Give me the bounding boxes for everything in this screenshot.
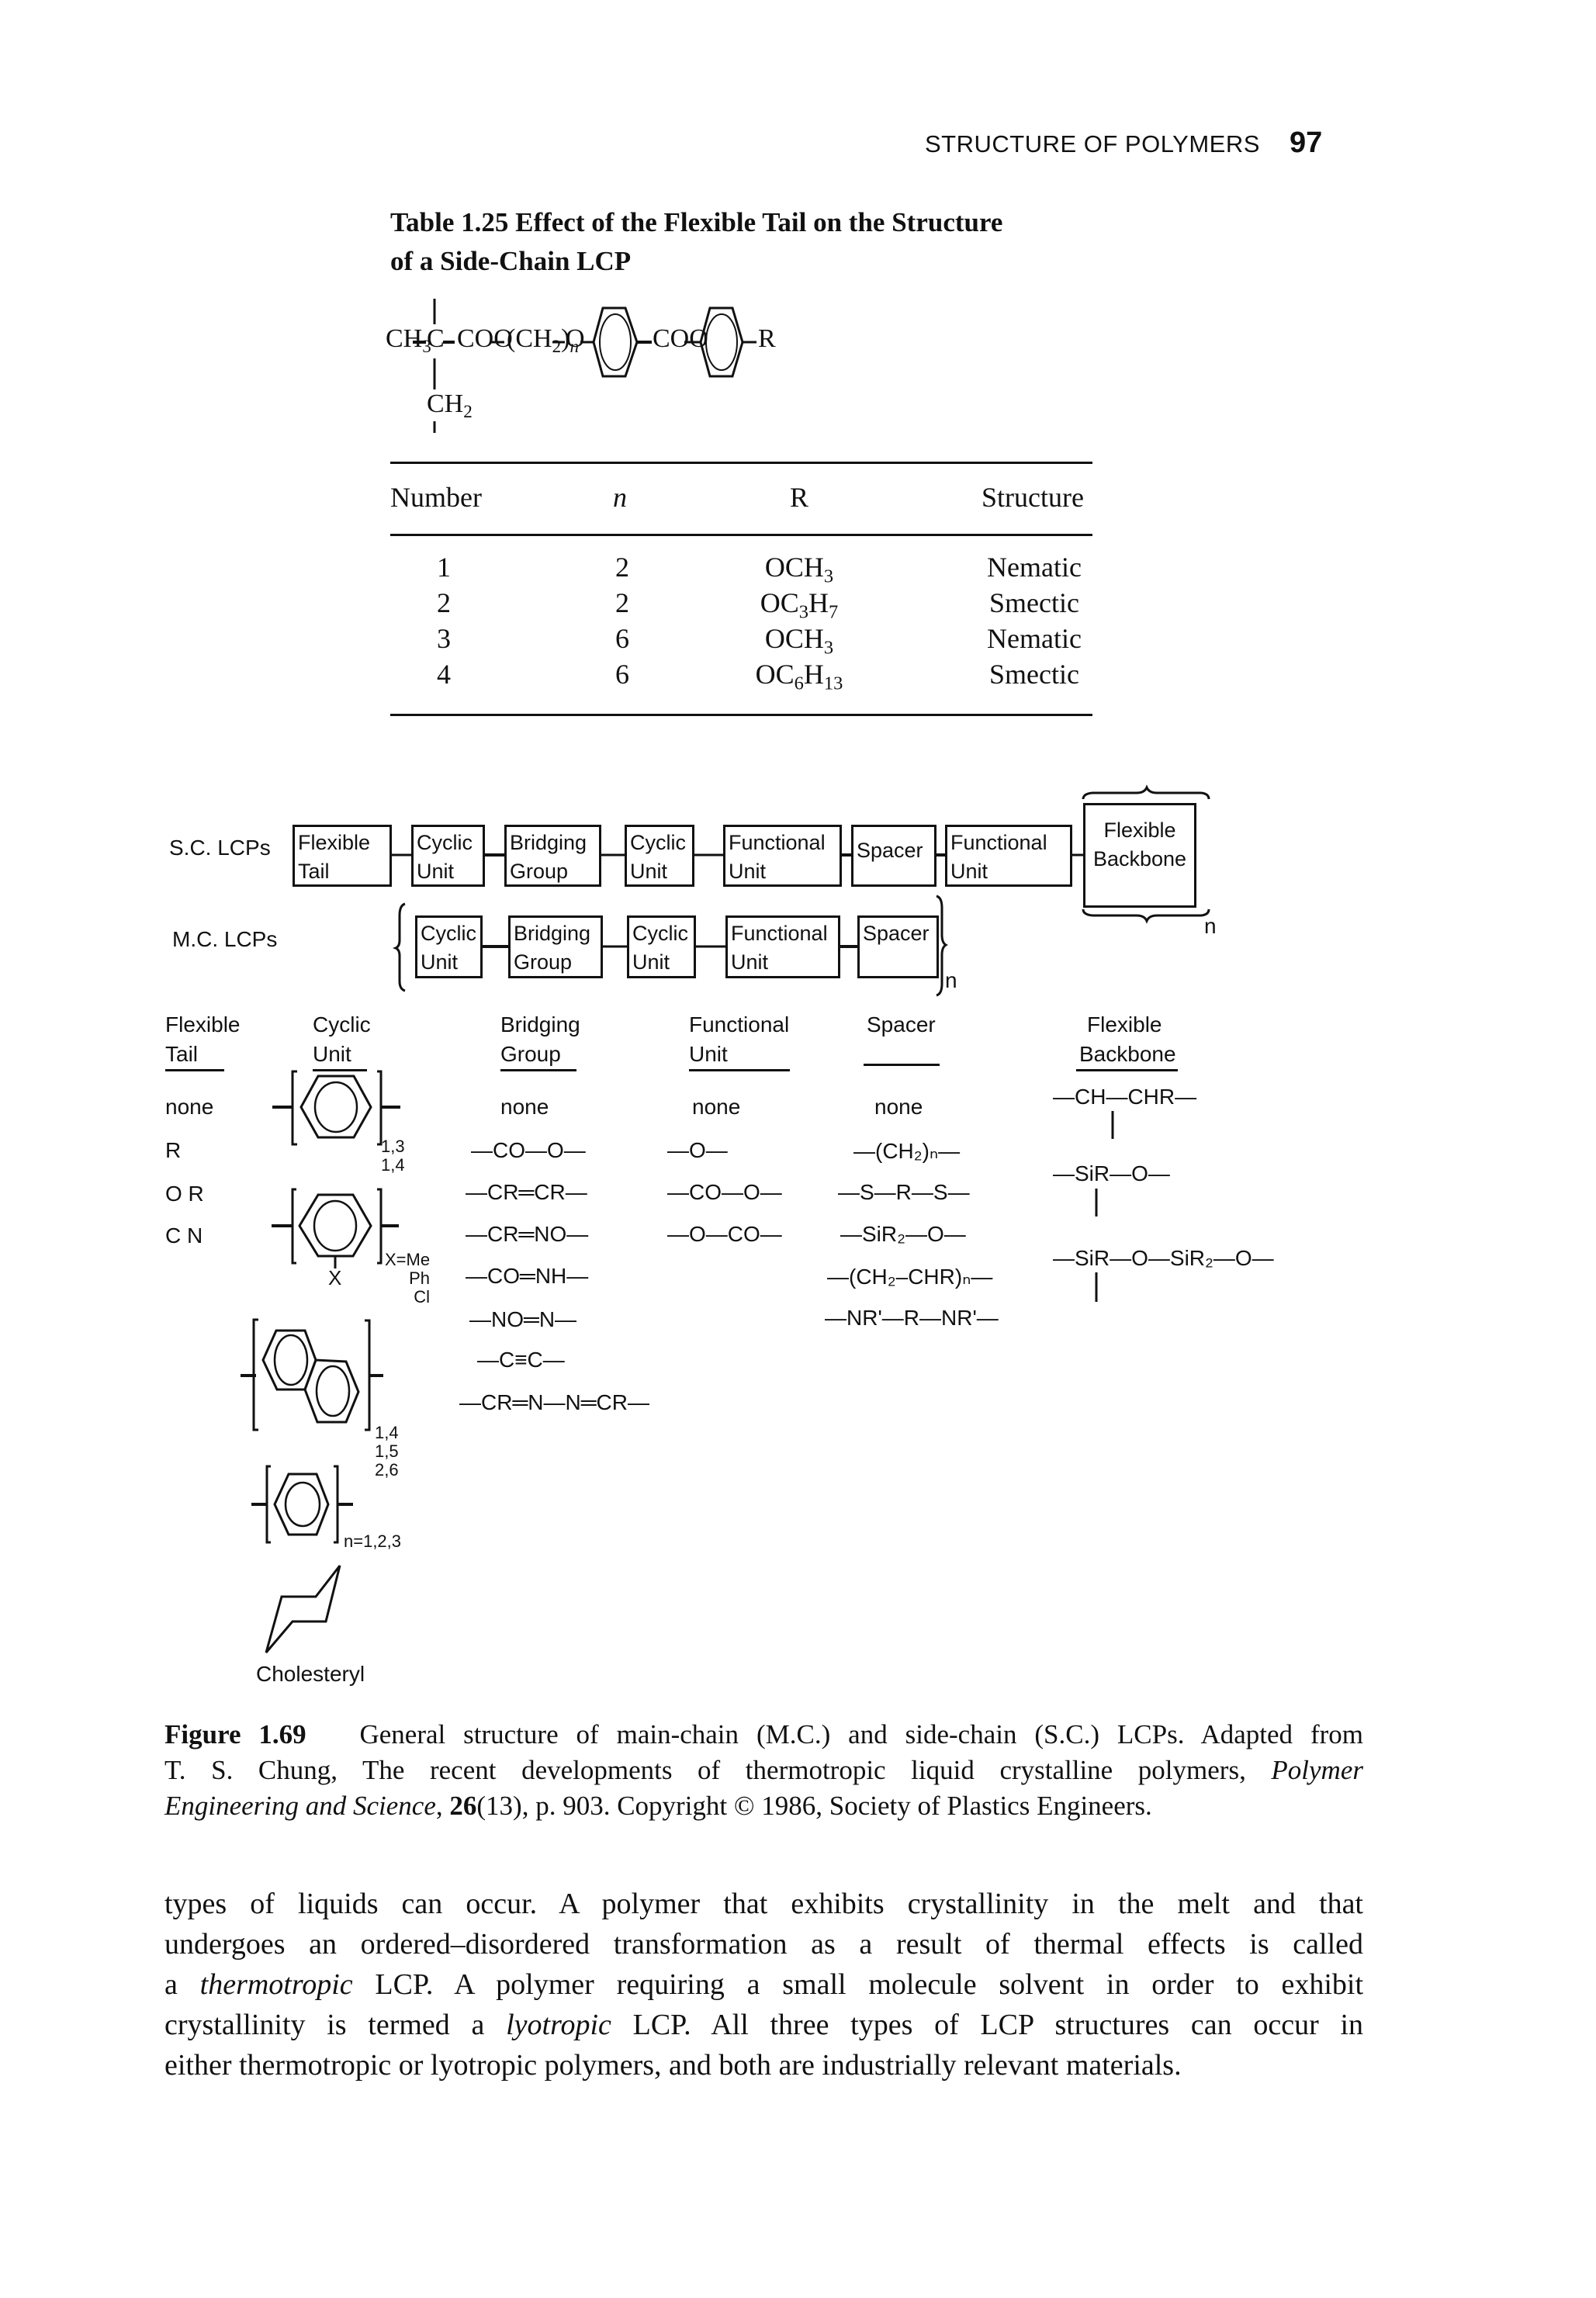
body-text: LCP. A polymer requiring a small molecul… (375, 1968, 1364, 2001)
caption-journal-2: Engineering and Science (164, 1791, 436, 1821)
term-thermotropic: thermotropic (199, 1968, 353, 2001)
body-line: either thermotropic or lyotropic polymer… (164, 2049, 1182, 2082)
caption-text-1: General structure of main-chain (M.C.) a… (359, 1719, 1363, 1749)
caption-journal-1: Polymer (1271, 1755, 1363, 1785)
caption-volume: 26 (449, 1791, 477, 1821)
body-line: crystallinity is termed a lyotropic LCP.… (164, 2005, 1363, 2045)
caption-line-3: Engineering and Science, 26(13), p. 903.… (164, 1791, 1152, 1821)
caption-text-2: T. S. Chung, The recent developments of … (164, 1755, 1246, 1785)
body-paragraph: types of liquids can occur. A polymer th… (164, 1884, 1363, 2085)
body-line: undergoes an ordered–disordered transfor… (164, 1928, 1363, 1961)
caption-text-3: (13), p. 903. Copyright © 1986, Society … (476, 1791, 1152, 1821)
caption-label: Figure 1.69 (164, 1719, 306, 1749)
term-lyotropic: lyotropic (506, 2009, 611, 2041)
body-text: a (164, 1968, 178, 2001)
body-line: types of liquids can occur. A polymer th… (164, 1888, 1363, 1920)
caption-line-2: T. S. Chung, The recent developments of … (164, 1753, 1363, 1788)
body-text: crystallinity is termed a (164, 2009, 485, 2041)
figure-caption: Figure 1.69 General structure of main-ch… (164, 1717, 1363, 1824)
body-text: LCP. All three types of LCP structures c… (632, 2009, 1364, 2041)
body-line: a thermotropic LCP. A polymer requiring … (164, 1964, 1363, 2005)
caption-line-1: Figure 1.69 General structure of main-ch… (164, 1717, 1363, 1753)
